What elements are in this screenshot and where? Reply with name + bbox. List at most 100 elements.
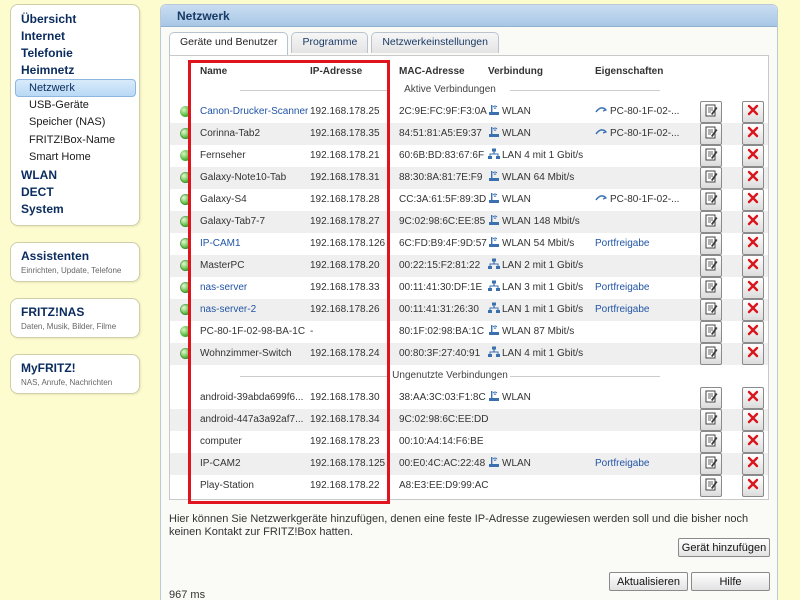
connection-cell: WLAN 148 Mbit/s [488,211,594,233]
assistenten-card[interactable]: Assistenten Einrichten, Update, Telefone [10,242,140,282]
mac-address: 6C:FD:B9:4F:9D:57 [399,238,487,249]
delete-button[interactable] [742,299,764,321]
edit-button[interactable] [700,145,722,167]
nav-item-uebersicht[interactable]: Übersicht [11,11,139,28]
mesh-repeater-icon [595,194,610,205]
status-cell [180,277,192,299]
connection-text: WLAN 54 Mbit/s [502,238,575,249]
online-status-icon [180,150,191,161]
status-cell [180,475,192,497]
lan-icon [488,148,502,161]
nav-sub-usb-geraete[interactable]: USB-Geräte [11,97,139,115]
add-device-button[interactable]: Gerät hinzufügen [678,538,770,557]
device-name[interactable]: Canon-Drucker-Scanner [200,101,308,123]
edit-button[interactable] [700,343,722,365]
delete-button[interactable] [742,343,764,365]
mac-address: 00:11:41:31:26:30 [399,304,479,315]
nav-sub-netzwerk[interactable]: Netzwerk [15,79,136,97]
edit-button[interactable] [700,101,722,123]
delete-button[interactable] [742,475,764,497]
port-sharing-link[interactable]: Portfreigabe [595,238,649,249]
nav-item-telefonie[interactable]: Telefonie [11,45,139,62]
table-row: Fernseher 192.168.178.21 60:6B:BD:83:67:6F… [170,145,768,167]
delete-button[interactable] [742,387,764,409]
property-text: PC-80-1F-02-... [610,128,680,139]
card-title: MyFRITZ! [21,361,76,375]
refresh-button[interactable]: Aktualisieren [609,572,688,591]
nav-item-internet[interactable]: Internet [11,28,139,45]
mac-address: 9C:02:98:6C:EE:85 [399,216,486,227]
ip-address: 192.168.178.34 [310,414,380,425]
nav-sub-fritzbox-name[interactable]: FRITZ!Box-Name [11,132,139,150]
column-header-ip: IP-Adresse [310,66,363,77]
properties-cell [595,167,695,189]
internet-globe-icon [180,194,191,205]
ip-address: 192.168.178.33 [310,282,380,293]
status-cell [180,167,192,189]
edit-button[interactable] [700,189,722,211]
connection-text: LAN 4 mit 1 Gbit/s [502,150,584,161]
help-button[interactable]: Hilfe [691,572,770,591]
ip-address: 192.168.178.30 [310,392,380,403]
delete-button[interactable] [742,233,764,255]
nav-item-heimnetz[interactable]: Heimnetz [11,62,139,79]
device-name: Galaxy-S4 [200,194,247,205]
device-name[interactable]: nas-server-2 [200,299,308,321]
table-row: IP-CAM1 192.168.178.126 6C:FD:B9:4F:9D:57 W… [170,233,768,255]
edit-button[interactable] [700,475,722,497]
edit-button[interactable] [700,167,722,189]
connection-cell [488,431,594,453]
device-name[interactable]: IP-CAM1 [200,233,308,255]
device-name: MasterPC [200,260,245,271]
tab-programme[interactable]: Programme [291,32,369,53]
delete-button[interactable] [742,277,764,299]
connection-text: WLAN [502,128,531,139]
fritznas-card[interactable]: FRITZ!NAS Daten, Musik, Bilder, Filme [10,298,140,338]
connection-cell: LAN 3 mit 1 Gbit/s [488,277,594,299]
status-cell [180,299,192,321]
edit-button[interactable] [700,233,722,255]
nav-item-dect[interactable]: DECT [11,184,139,201]
edit-button[interactable] [700,277,722,299]
nav-item-system[interactable]: System [11,201,139,218]
tab-netzwerkeinstellungen[interactable]: Netzwerkeinstellungen [371,32,499,53]
port-sharing-link[interactable]: Portfreigabe [595,458,649,469]
delete-button[interactable] [742,101,764,123]
delete-button[interactable] [742,321,764,343]
delete-button[interactable] [742,123,764,145]
delete-button[interactable] [742,211,764,233]
delete-button[interactable] [742,255,764,277]
myfritz-card[interactable]: MyFRITZ! NAS, Anrufe, Nachrichten [10,354,140,394]
delete-button[interactable] [742,431,764,453]
lan-icon [488,280,502,293]
connection-cell: WLAN [488,453,594,475]
delete-button[interactable] [742,145,764,167]
edit-button[interactable] [700,255,722,277]
tab-geraete-und-benutzer[interactable]: Geräte und Benutzer [169,32,289,55]
edit-button[interactable] [700,211,722,233]
edit-button[interactable] [700,453,722,475]
device-name: android-39abda699f6... [200,392,304,403]
delete-button[interactable] [742,409,764,431]
connection-text: WLAN [502,392,531,403]
delete-button[interactable] [742,167,764,189]
edit-button[interactable] [700,409,722,431]
status-cell [180,321,192,343]
port-sharing-link[interactable]: Portfreigabe [595,304,649,315]
wlan-icon [488,237,502,249]
edit-button[interactable] [700,299,722,321]
port-sharing-link[interactable]: Portfreigabe [595,282,649,293]
edit-button[interactable] [700,387,722,409]
nav-item-wlan[interactable]: WLAN [11,167,139,184]
device-name[interactable]: nas-server [200,277,308,299]
delete-button[interactable] [742,189,764,211]
edit-button[interactable] [700,321,722,343]
delete-button[interactable] [742,453,764,475]
device-name: computer [200,436,242,447]
edit-button[interactable] [700,123,722,145]
nav-sub-smart-home[interactable]: Smart Home [11,149,139,167]
column-header-mac: MAC-Adresse [399,66,465,77]
edit-button[interactable] [700,431,722,453]
device-table: Name IP-Adresse MAC-Adresse Verbindung E… [169,55,769,500]
nav-sub-speicher-nas[interactable]: Speicher (NAS) [11,114,139,132]
